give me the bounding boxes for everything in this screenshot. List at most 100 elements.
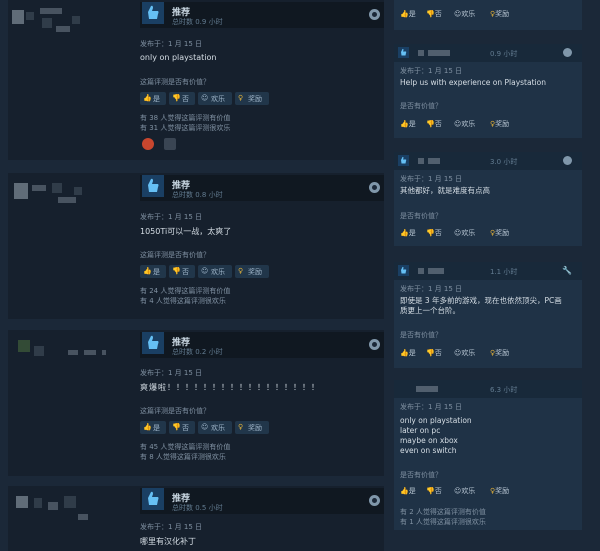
helpful-count: 有 45 人觉得这篇评测有价值 (140, 443, 231, 451)
vote-yes-button[interactable]: 👍是 (400, 348, 416, 358)
thumbs-up-icon: 👍 (400, 229, 409, 237)
review-header: 3.0 小时 (394, 152, 582, 170)
playtime: 总时数 0.2 小时 (172, 348, 223, 356)
username-blurred (428, 158, 440, 164)
review-card: 3.0 小时 发布于：1 月 15 日 其他都好，就是难度有点高 是否有价值？ … (394, 152, 582, 246)
vote-yes-button[interactable]: 👍是 (400, 486, 416, 496)
vote-buttons: 👍是 👎否 ☺欢乐 ♀奖励 (140, 92, 280, 105)
user-avatar-blurred[interactable] (12, 336, 130, 372)
vote-funny-button[interactable]: ☺欢乐 (454, 486, 475, 496)
vote-buttons: 👍是 👎否 ☺欢乐 ♀奖励 (140, 421, 280, 434)
award-button[interactable]: ♀奖励 (490, 228, 509, 238)
left-review-column: 推荐 总时数 0.9 小时 发布于：1 月 15 日 only on plays… (8, 0, 384, 551)
helpful-question: 这篇评测是否有价值？ (140, 251, 210, 259)
vote-no-button[interactable]: 👎否 (169, 92, 195, 105)
vote-yes-button[interactable]: 👍是 (140, 265, 166, 278)
vote-no-button[interactable]: 👎否 (169, 421, 195, 434)
helpful-question: 这篇评测是否有价值？ (140, 78, 210, 86)
username-blurred (418, 50, 424, 56)
helpful-question: 这篇评测是否有价值？ (140, 407, 210, 415)
review-card: 推荐 总时数 0.5 小时 发布于：1 月 15 日 哪里有汉化补丁 (8, 486, 384, 551)
review-header: 0.9 小时 (394, 44, 582, 62)
vote-funny-button[interactable]: ☺欢乐 (198, 265, 232, 278)
steam-icon (563, 48, 572, 57)
helpful-question: 是否有价值？ (400, 331, 442, 339)
thumbs-up-icon: 👍 (143, 94, 152, 102)
vote-yes-button[interactable]: 👍是 (140, 421, 166, 434)
user-avatar-blurred[interactable] (12, 179, 130, 215)
steam-icon (563, 156, 572, 165)
playtime: 0.9 小时 (490, 50, 518, 58)
thumbs-down-icon: 👎 (426, 349, 435, 357)
posted-date: 发布于：1 月 15 日 (400, 175, 463, 183)
award-button[interactable]: ♀奖励 (235, 92, 269, 105)
award-badge-icon[interactable] (164, 138, 176, 150)
user-avatar-blurred[interactable] (12, 492, 130, 528)
vote-no-button[interactable]: 👎否 (426, 486, 442, 496)
award-button[interactable]: ♀奖励 (235, 265, 269, 278)
username-blurred (428, 268, 444, 274)
vote-funny-button[interactable]: ☺欢乐 (198, 421, 232, 434)
vote-no-button[interactable]: 👎否 (426, 228, 442, 238)
thumbs-down-icon: 👎 (426, 487, 435, 495)
award-button[interactable]: ♀奖励 (490, 9, 509, 19)
thumbs-up-icon: 👍 (400, 120, 409, 128)
thumbs-up-icon (142, 332, 164, 354)
vote-funny-button[interactable]: ☺欢乐 (454, 228, 475, 238)
recommendation-bar: 推荐 总时数 0.8 小时 (140, 175, 384, 201)
review-card: 0.9 小时 发布于：1 月 15 日 Help us with experie… (394, 44, 582, 138)
vote-no-button[interactable]: 👎否 (426, 348, 442, 358)
vote-no-button[interactable]: 👎否 (426, 9, 442, 19)
recommendation-bar: 推荐 总时数 0.5 小时 (140, 488, 384, 514)
steam-icon (369, 339, 380, 350)
vote-buttons: 👍是 👎否 ☺欢乐 ♀奖励 (400, 228, 530, 240)
award-button[interactable]: ♀奖励 (490, 119, 509, 129)
thumbs-up-icon: 👍 (400, 487, 409, 495)
posted-date: 发布于：1 月 15 日 (140, 213, 203, 221)
vote-yes-button[interactable]: 👍是 (140, 92, 166, 105)
vote-funny-button[interactable]: ☺欢乐 (198, 92, 232, 105)
funny-count: 有 31 人觉得这篇评测很欢乐 (140, 124, 231, 132)
thumbs-up-icon: 👍 (143, 423, 152, 431)
steam-icon (369, 9, 380, 20)
vote-buttons: 👍是 👎否 ☺欢乐 ♀奖励 (400, 119, 530, 131)
funny-count: 有 4 人觉得这篇评测很欢乐 (140, 297, 226, 305)
user-avatar-blurred[interactable] (12, 6, 130, 42)
thumbs-up-icon: 👍 (400, 10, 409, 18)
playtime: 总时数 0.8 小时 (172, 191, 223, 199)
award-button[interactable]: ♀奖励 (235, 421, 269, 434)
thumbs-down-icon: 👎 (172, 267, 181, 275)
vote-yes-button[interactable]: 👍是 (400, 119, 416, 129)
posted-date: 发布于：1 月 15 日 (400, 285, 463, 293)
vote-no-button[interactable]: 👎否 (169, 265, 195, 278)
posted-date: 发布于：1 月 15 日 (140, 40, 203, 48)
username-blurred (418, 268, 424, 274)
vote-buttons: 👍是 👎否 ☺欢乐 ♀奖励 (400, 486, 530, 498)
vote-yes-button[interactable]: 👍是 (400, 9, 416, 19)
review-text: 1050Ti可以一战，太爽了 (140, 227, 232, 236)
username-blurred (418, 158, 424, 164)
helpful-question: 是否有价值？ (400, 212, 442, 220)
vote-funny-button[interactable]: ☺欢乐 (454, 119, 475, 129)
posted-date: 发布于：1 月 15 日 (140, 369, 203, 377)
review-card: 推荐 总时数 0.9 小时 发布于：1 月 15 日 only on plays… (8, 0, 384, 160)
vote-yes-button[interactable]: 👍是 (400, 228, 416, 238)
playtime: 总时数 0.9 小时 (172, 18, 223, 26)
vote-funny-button[interactable]: ☺欢乐 (454, 348, 475, 358)
award-badge-icon[interactable] (142, 138, 154, 150)
review-text: only on playstation (140, 53, 217, 62)
thumbs-up-icon (398, 155, 409, 166)
vote-funny-button[interactable]: ☺欢乐 (454, 9, 475, 19)
playtime: 1.1 小时 (490, 268, 518, 276)
vote-no-button[interactable]: 👎否 (426, 119, 442, 129)
key-icon: 🔧 (562, 266, 572, 275)
posted-date: 发布于：1 月 15 日 (400, 403, 463, 411)
thumbs-up-icon (142, 488, 164, 510)
helpful-count: 有 2 人觉得这篇评测有价值 (400, 508, 486, 516)
award-icon: ♀ (238, 94, 244, 102)
award-button[interactable]: ♀奖励 (490, 348, 509, 358)
vote-buttons: 👍是 👎否 ☺欢乐 ♀奖励 (400, 348, 530, 360)
award-button[interactable]: ♀奖励 (490, 486, 509, 496)
username-blurred (416, 386, 438, 392)
thumbs-down-icon: 👎 (426, 229, 435, 237)
